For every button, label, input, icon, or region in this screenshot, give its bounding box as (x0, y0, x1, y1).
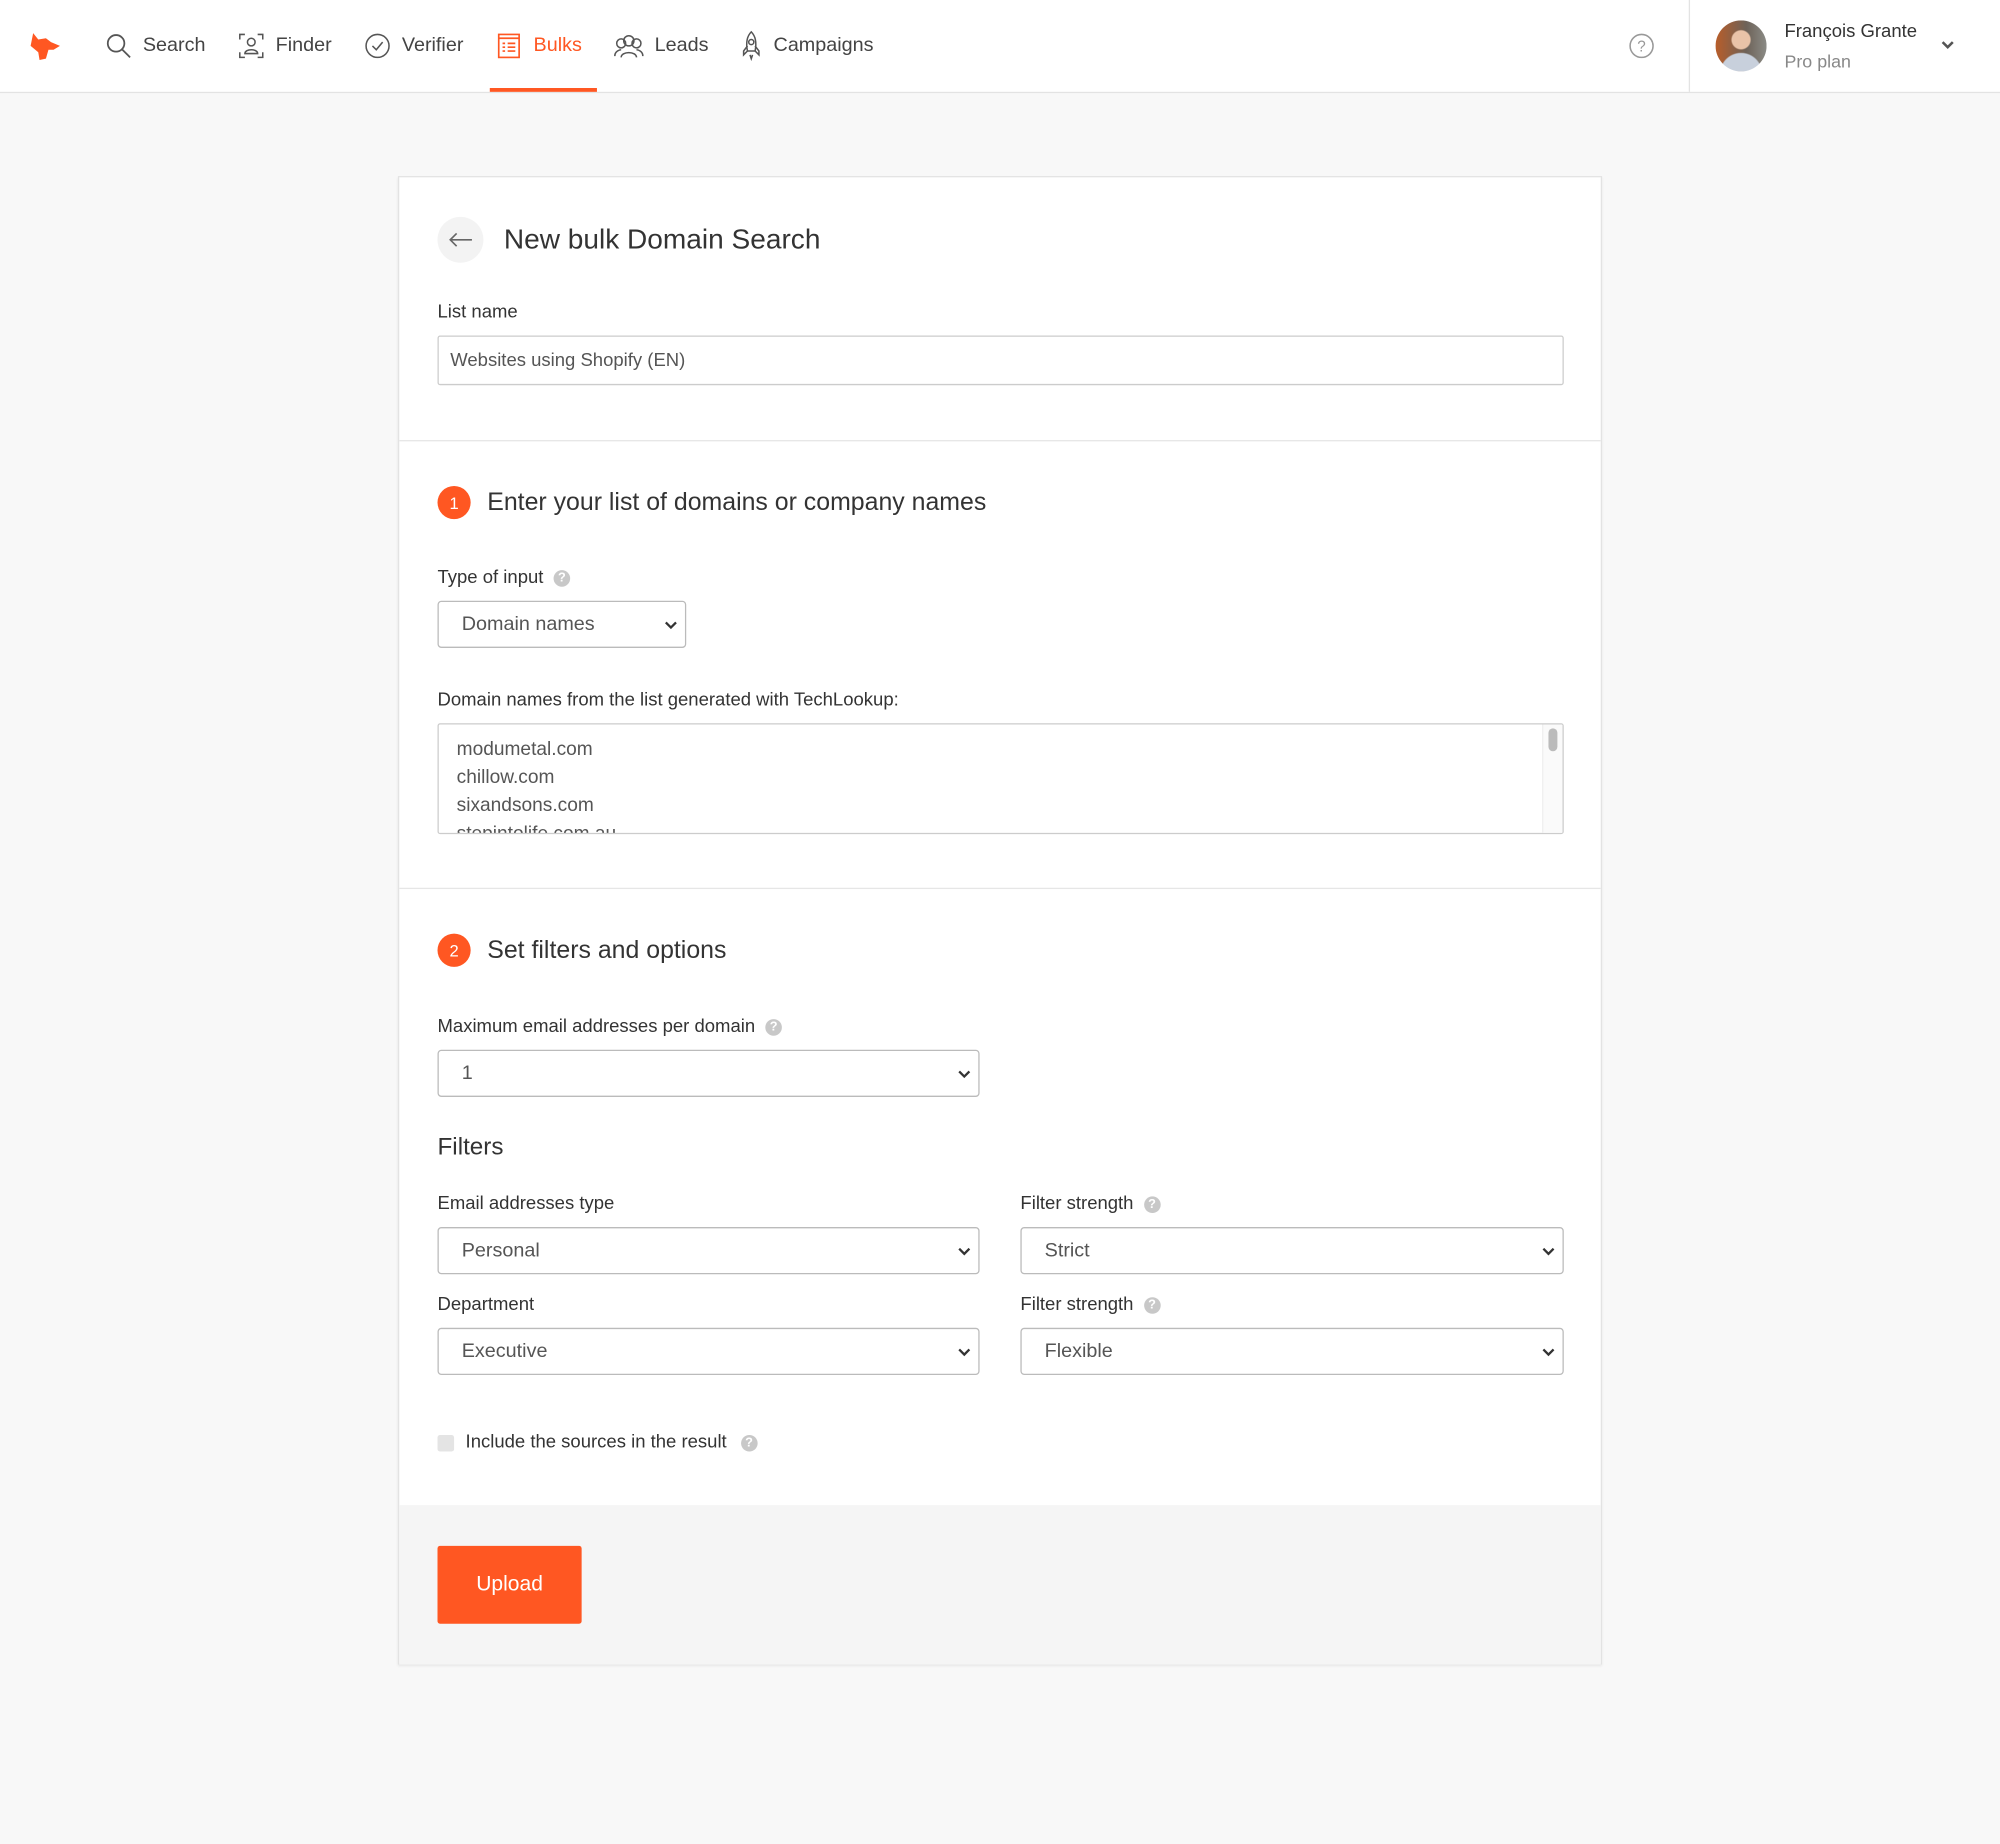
chevron-down-icon (1542, 1247, 1555, 1255)
avatar (1715, 20, 1767, 72)
list-name-input[interactable]: Websites using Shopify (EN) (437, 335, 1564, 386)
nav-search[interactable]: Search (105, 0, 221, 92)
arrow-left-icon (449, 232, 472, 247)
nav-label: Finder (275, 34, 332, 57)
hunter-logo-icon[interactable] (28, 31, 61, 68)
scrollbar-thumb[interactable] (1548, 728, 1558, 752)
select-value: Personal (461, 1239, 540, 1261)
step1-heading: 1 Enter your list of domains or company n… (437, 485, 987, 520)
filter-strength-label: Filter strength? (1020, 1294, 1161, 1316)
max-emails-select[interactable]: 1 (437, 1049, 980, 1097)
step-title: Enter your list of domains or company na… (487, 487, 987, 516)
email-type-label: Email addresses type (437, 1193, 615, 1215)
check-circle-icon (365, 33, 390, 59)
select-value: Flexible (1044, 1339, 1113, 1362)
step2-heading: 2 Set filters and options (437, 933, 727, 967)
user-name: François Grante (1784, 21, 1918, 43)
back-button[interactable] (437, 216, 484, 263)
type-of-input-select[interactable]: Domain names (437, 600, 687, 648)
nav-label: Bulks (533, 34, 582, 57)
list-name-label: List name (437, 302, 518, 323)
help-icon[interactable]: ? (1143, 1195, 1161, 1213)
domain-line: stepintolife.com.au (456, 822, 617, 835)
domain-line: modumetal.com (456, 738, 593, 761)
help-icon[interactable]: ? (1143, 1296, 1161, 1314)
select-value: Domain names (461, 612, 595, 635)
department-strength-select[interactable]: Flexible (1020, 1327, 1564, 1375)
domains-label: Domain names from the list generated wit… (437, 690, 899, 711)
finder-icon (239, 33, 264, 59)
domains-textarea[interactable]: modumetal.com chillow.com sixandsons.com… (437, 723, 1564, 835)
help-icon[interactable]: ? (740, 1434, 758, 1451)
nav-label: Search (142, 34, 206, 57)
chevron-down-icon (958, 1247, 971, 1255)
nav-campaigns[interactable]: Campaigns (740, 0, 888, 92)
user-menu[interactable]: François Grante Pro plan (1688, 0, 2000, 92)
step-number: 1 (437, 485, 471, 520)
label-text: Filter strength (1020, 1294, 1134, 1316)
nav-label: Verifier (401, 34, 464, 57)
upload-button[interactable]: Upload (437, 1545, 582, 1624)
step-title: Set filters and options (487, 935, 727, 964)
select-value: 1 (461, 1061, 473, 1084)
label-text: Maximum email addresses per domain (437, 1016, 756, 1037)
list-name-section: New bulk Domain Search List name Website… (399, 177, 1601, 442)
rocket-icon (743, 30, 761, 62)
nav-bulks[interactable]: Bulks (490, 0, 598, 92)
filter-strength-label: Filter strength? (1020, 1193, 1161, 1215)
list-icon (498, 33, 521, 59)
people-icon (614, 34, 644, 58)
nav-verifier[interactable]: Verifier (364, 0, 479, 92)
select-value: Executive (461, 1339, 548, 1362)
domain-line: chillow.com (456, 766, 555, 789)
nav-leads[interactable]: Leads (614, 0, 724, 92)
step-number: 2 (437, 933, 471, 967)
svg-text:?: ? (1637, 39, 1646, 56)
department-label: Department (437, 1294, 535, 1316)
chevron-down-icon (958, 1069, 971, 1078)
user-plan: Pro plan (1784, 51, 1851, 72)
main-nav: Search Finder Verifier Bulks Leads Campa… (105, 0, 906, 92)
chevron-down-icon (665, 620, 677, 629)
include-sources-checkbox[interactable]: Include the sources in the result? (437, 1432, 758, 1453)
chevron-down-icon[interactable] (1940, 38, 1955, 51)
checkbox[interactable] (437, 1434, 455, 1451)
textarea-scrollbar[interactable] (1542, 724, 1563, 833)
select-value: Strict (1044, 1239, 1090, 1261)
nav-label: Campaigns (773, 34, 874, 57)
top-navbar: Search Finder Verifier Bulks Leads Campa… (0, 0, 2000, 94)
page-title: New bulk Domain Search (503, 223, 821, 256)
nav-label: Leads (654, 34, 709, 57)
chevron-down-icon (1542, 1348, 1555, 1356)
department-select[interactable]: Executive (437, 1327, 980, 1375)
label-text: Type of input (437, 567, 544, 589)
type-of-input-label: Type of input? (437, 567, 571, 589)
label-text: Filter strength (1020, 1193, 1134, 1215)
filters-heading: Filters (437, 1133, 504, 1161)
form-footer: Upload (399, 1505, 1601, 1665)
help-icon[interactable]: ? (553, 569, 571, 587)
checkbox-label: Include the sources in the result (465, 1432, 727, 1453)
email-type-select[interactable]: Personal (437, 1227, 980, 1275)
help-icon[interactable]: ? (765, 1018, 782, 1036)
search-icon (106, 34, 131, 59)
chevron-down-icon (958, 1348, 971, 1356)
help-icon[interactable]: ? (1629, 33, 1655, 65)
bulk-form-card: New bulk Domain Search List name Website… (397, 176, 1603, 1665)
max-emails-label: Maximum email addresses per domain? (437, 1016, 782, 1037)
nav-finder[interactable]: Finder (237, 0, 347, 92)
domain-line: sixandsons.com (456, 794, 594, 817)
filter-strength-select[interactable]: Strict (1020, 1227, 1564, 1275)
